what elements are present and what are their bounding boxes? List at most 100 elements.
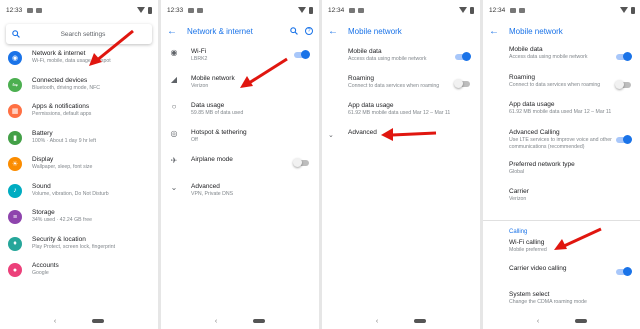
item-subtitle: Access data using mobile network [509,54,588,60]
screenshots-strip: 12:33 Search settings ◉ Network & interne… [0,0,640,329]
toggle-switch[interactable] [455,52,471,61]
toggle-knob [462,52,471,61]
search-icon[interactable] [290,27,298,35]
mobile-adv-item-preferred-network-type[interactable]: Preferred network type Global [483,161,640,189]
wifi-status-icon [459,7,467,13]
status-bar: 12:34 [483,0,640,20]
nav-bar: ‹ [483,313,640,329]
nav-home-pill[interactable] [414,319,427,323]
back-arrow-icon[interactable]: ← [328,26,338,37]
apps-icon: ▦ [8,104,22,118]
item-title: Advanced Calling [509,128,560,136]
item-title: Sound [32,182,51,190]
item-subtitle: VPN, Private DNS [191,191,234,197]
calling-item-carrier-video-calling[interactable]: Carrier video calling [483,265,640,291]
battery-icon: ▮ [8,130,22,145]
battery-status-icon [309,6,313,14]
notification-icons [349,7,365,13]
mobile-adv-item-roaming[interactable]: Roaming Connect to data services when roa… [483,74,640,102]
wifi-icon: ◉ [8,51,22,65]
back-arrow-icon[interactable]: ← [489,26,499,37]
mobile-item-app-data-usage[interactable]: App data usage 61.92 MB mobile data used … [322,102,480,129]
wifi-status-icon [137,7,145,13]
settings-item-battery[interactable]: ▮ Battery 100% · About 1 day 9 hr left [0,130,158,157]
nav-bar: ‹ [161,313,319,329]
toggle-switch[interactable] [616,266,632,276]
status-bar: 12:33 [0,0,158,20]
back-arrow-icon[interactable]: ← [167,26,177,37]
mobile-adv-item-advanced-calling[interactable]: Advanced Calling Use LTE services to impr… [483,129,640,161]
mobile-adv-item-carrier[interactable]: Carrier Verizon [483,188,640,216]
app-bar: ← Mobile network [483,20,640,42]
nav-home-pill[interactable] [575,319,588,323]
settings-item-accounts[interactable]: ● Accounts Google [0,262,158,289]
toggle-knob [615,79,624,89]
settings-item-apps-notifications[interactable]: ▦ Apps & notifications Permissions, defaul… [0,103,158,130]
storage-icon: ≡ [8,210,22,224]
nav-home-pill[interactable] [253,319,266,323]
item-subtitle: Off [191,137,198,143]
network-item-airplane-mode[interactable]: ✈ Airplane mode [161,156,319,183]
notification-icons [510,7,526,13]
item-title: Carrier video calling [509,264,567,272]
settings-item-storage[interactable]: ≡ Storage 34% used · 42.24 GB free [0,209,158,236]
page-title: Mobile network [348,26,402,36]
toggle-switch[interactable] [454,79,470,88]
chevron-down-icon: ⌄ [170,183,178,192]
item-title: Hotspot & tethering [191,129,247,136]
nav-back-icon[interactable]: ‹ [376,318,378,325]
item-subtitle: 59.85 MB of data used [191,110,244,116]
item-title: App data usage [509,101,555,108]
toggle-switch[interactable] [293,158,309,167]
hotspot-icon: ◎ [170,129,178,138]
notification-icons [27,7,43,13]
display-icon: ☀ [8,157,22,171]
nav-home-pill[interactable] [92,319,105,323]
settings-item-security-location[interactable]: ♦ Security & location Play Protect, screen… [0,236,158,263]
help-icon[interactable]: ? [305,27,313,35]
airplane-icon: ✈ [170,156,178,165]
item-title: App data usage [348,102,394,109]
toggle-switch[interactable] [294,50,310,59]
toggle-knob [623,134,632,144]
status-bar: 12:34 [322,0,480,20]
page-title: Mobile network [509,26,563,36]
app-bar: ← Network & internet ? [161,20,319,42]
item-title: Display [32,156,54,163]
mobile-network-screen: 12:34 ← Mobile network Mobile data Access… [322,0,480,329]
nav-back-icon[interactable]: ‹ [54,318,56,325]
status-time: 12:33 [6,6,23,14]
item-title: Wi-Fi [191,48,207,55]
item-title: Security & location [32,235,86,243]
mobile-network-advanced-screen: 12:34 ← Mobile network Mobile data Access… [483,0,640,329]
settings-item-connected-devices[interactable]: ⇋ Connected devices Bluetooth, driving mod… [0,77,158,104]
item-subtitle: Change the CDMA roaming mode [509,298,587,305]
network-item-hotspot-tethering[interactable]: ◎ Hotspot & tethering Off [161,129,319,156]
toggle-switch[interactable] [615,79,631,89]
battery-status-icon [470,6,474,14]
devices-icon: ⇋ [8,77,22,92]
nav-back-icon[interactable]: ‹ [215,318,217,325]
toggle-switch[interactable] [616,52,632,61]
settings-item-sound[interactable]: ♪ Sound Volume, vibration, Do Not Disturb [0,183,158,210]
mobile-adv-item-mobile-data[interactable]: Mobile data Access data using mobile netw… [483,46,640,74]
toggle-knob [454,79,463,88]
nav-bar: ‹ [0,313,158,329]
network-item-advanced[interactable]: ⌄ Advanced VPN, Private DNS [161,183,319,210]
nav-bar: ‹ [322,313,480,329]
item-title: Preferred network type [509,160,575,168]
signal-icon: ◢ [170,75,178,84]
mobile-item-mobile-data[interactable]: Mobile data Access data using mobile netw… [322,48,480,75]
network-item-data-usage[interactable]: ○ Data usage 59.85 MB of data used [161,102,319,129]
mobile-adv-item-app-data-usage[interactable]: App data usage 61.92 MB mobile data used … [483,101,640,129]
item-subtitle: Use LTE services to improve voice and ot… [509,136,612,150]
mobile-item-roaming[interactable]: Roaming Connect to data services when roa… [322,75,480,102]
toggle-knob [623,266,632,276]
nav-back-icon[interactable]: ‹ [537,318,539,325]
chevron-down-icon: ⌄ [328,132,334,139]
item-subtitle: Verizon [509,196,527,202]
item-title: Carrier [509,188,529,195]
toggle-switch[interactable] [616,134,632,144]
item-subtitle: Access data using mobile network [348,56,427,62]
settings-item-display[interactable]: ☀ Display Wallpaper, sleep, font size [0,156,158,183]
